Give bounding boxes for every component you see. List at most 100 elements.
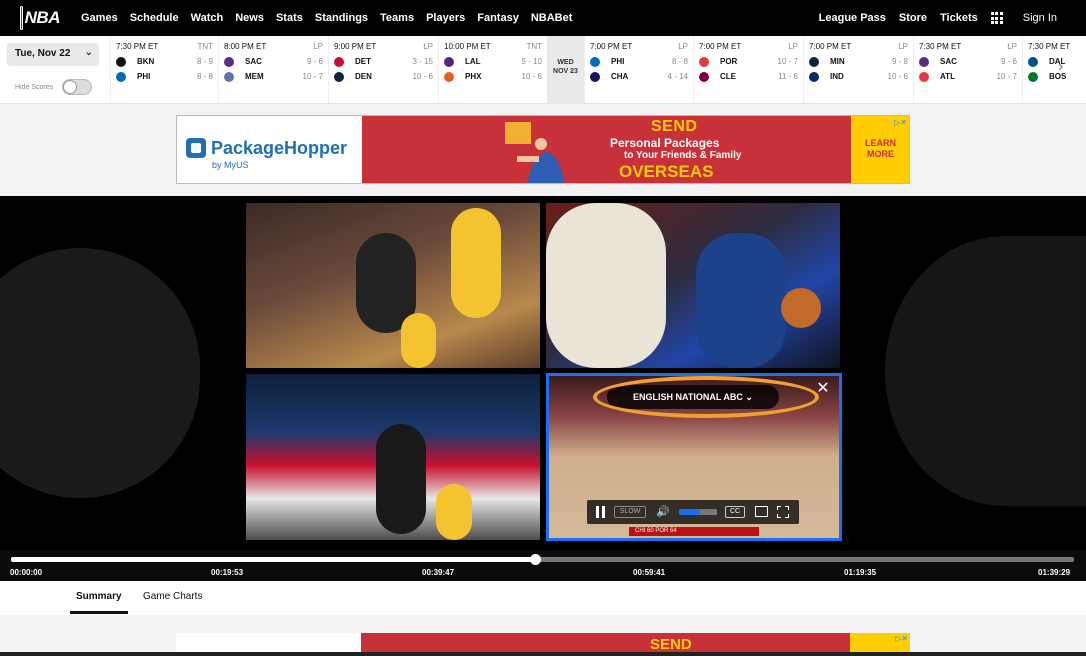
game-network: TNT [197,42,213,51]
away-team-row: PHI 8 - 8 [590,56,688,68]
nav-link-teams[interactable]: Teams [380,12,414,24]
team-record: 10 - 6 [521,72,542,81]
away-team-row: LAL 5 - 10 [444,56,542,68]
away-team-row: BKN 8 - 9 [116,56,213,68]
nav-link-news[interactable]: News [235,12,264,24]
ad-illustration [505,122,565,183]
date-selector[interactable]: Tue, Nov 22 ⌄ [7,43,99,66]
game-time: 8:00 PM ET [224,42,267,51]
team-logo-icon [444,57,454,67]
team-logo-icon [809,72,819,82]
tab-summary[interactable]: Summary [76,591,122,602]
nav-link-players[interactable]: Players [426,12,465,24]
nav-link-fantasy[interactable]: Fantasy [477,12,519,24]
nav-link-schedule[interactable]: Schedule [130,12,179,24]
team-abbr: PHX [465,72,482,81]
pause-icon[interactable] [595,506,605,518]
home-team-row: PHI 8 - 8 [116,71,213,83]
lakers-logo-background [0,248,200,498]
closed-captions-button[interactable]: CC [725,506,745,518]
team-logo-icon [1028,57,1038,67]
game-network: LP [423,42,433,51]
video-tile-1[interactable] [246,203,540,368]
store-link[interactable]: Store [899,12,927,24]
game-card[interactable]: 7:00 PM ET LP MIN 9 - 8 IND 10 - 6 [803,36,913,103]
game-network: LP [898,42,908,51]
team-abbr: DET [355,57,371,66]
game-card[interactable]: 8:00 PM ET LP SAC 9 - 6 MEM 10 - 7 [218,36,328,103]
picture-in-picture-icon[interactable] [755,506,768,517]
seek-bar-fill [11,557,536,562]
banner-ad[interactable]: PackageHopper by MyUS SEND Personal Pack… [176,115,910,184]
league-pass-link[interactable]: League Pass [819,12,886,24]
adchoices-icon[interactable]: ▷✕ [895,634,908,643]
game-card[interactable]: 7:30 PM ET DAL BOS [1022,36,1086,103]
tab-game-charts[interactable]: Game Charts [143,591,202,602]
fullscreen-icon[interactable] [777,506,789,518]
team-record: 10 - 7 [777,57,798,66]
seek-handle[interactable] [530,554,542,565]
game-time: 7:00 PM ET [590,42,633,51]
nav-link-standings[interactable]: Standings [315,12,368,24]
team-record: 9 - 6 [1000,57,1017,66]
toggle-knob [63,80,77,94]
video-tile-2[interactable] [546,203,840,368]
game-card[interactable]: 7:30 PM ET TNT BKN 8 - 9 PHI 8 - 8 [110,36,218,103]
game-network: LP [788,42,798,51]
ad-brand: PackageHopper [211,138,348,158]
nav-link-nbabet[interactable]: NBABet [531,12,573,24]
team-abbr: POR [720,57,738,66]
volume-icon[interactable]: 🔊 [656,505,670,518]
nba-logo-icon [20,6,23,30]
team-logo-icon [224,57,234,67]
top-nav: NBA Games Schedule Watch News Stats Stan… [0,0,1086,36]
adchoices-icon[interactable]: ▷✕ [894,118,907,127]
feed-highlight-ring [593,376,819,418]
game-time: 9:00 PM ET [334,42,377,51]
team-abbr: ATL [940,72,955,81]
timeline-label: 00:59:41 [633,568,666,577]
seek-bar[interactable] [11,554,1074,565]
chevron-right-icon[interactable]: › [1058,58,1076,80]
ad-cta-line1: LEARN [865,138,896,148]
team-record: 9 - 6 [306,57,323,66]
game-card[interactable]: 7:30 PM ET LP SAC 9 - 6 ATL 10 - 7 [913,36,1022,103]
hide-scores-toggle[interactable] [62,79,92,95]
timeline-labels: 00:00:00 00:19:53 00:39:47 00:59:41 01:1… [0,568,1086,578]
team-logo-icon [919,57,929,67]
date-selector-label: Tue, Nov 22 [15,48,71,59]
team-record: 11 - 6 [778,72,798,81]
video-tile-4-active[interactable]: ENGLISH NATIONAL ABC ⌄ ✕ SLOW 🔊 CC CHI 6… [546,373,842,541]
nav-link-watch[interactable]: Watch [191,12,224,24]
nav-link-games[interactable]: Games [81,12,118,24]
team-abbr: PHI [137,72,151,81]
away-team-row: MIN 9 - 8 [809,56,908,68]
date-divider-date: NOV 23 [553,68,578,75]
game-time: 7:00 PM ET [809,42,852,51]
team-logo-icon [116,57,126,67]
nba-logo[interactable]: NBA [20,5,61,31]
game-card[interactable]: 10:00 PM ET TNT LAL 5 - 10 PHX 10 - 6 [438,36,547,103]
team-record: 10 - 6 [887,72,908,81]
slow-motion-button[interactable]: SLOW [614,506,646,518]
team-logo-icon [334,72,344,82]
game-card[interactable]: 7:00 PM ET LP POR 10 - 7 CLE 11 - 6 [693,36,803,103]
nav-link-stats[interactable]: Stats [276,12,303,24]
page-bottom-edge [0,652,1086,656]
team-record: 8 - 9 [196,57,213,66]
team-abbr: PHI [611,57,625,66]
game-time: 7:30 PM ET [1028,42,1071,51]
ad-headline-2: Personal Packages [610,136,720,150]
ad-band: PackageHopper by MyUS SEND Personal Pack… [0,104,1086,196]
volume-slider[interactable] [679,509,717,515]
home-team-row: DEN 10 - 6 [334,71,433,83]
game-card[interactable]: 7:00 PM ET LP PHI 8 - 8 CHA 4 - 14 [584,36,693,103]
tickets-link[interactable]: Tickets [940,12,978,24]
team-record: 5 - 10 [521,57,542,66]
sign-in-link[interactable]: Sign In [1023,12,1057,24]
video-tile-3[interactable] [246,374,540,540]
close-icon[interactable]: ✕ [815,381,831,397]
apps-grid-icon[interactable] [990,12,1003,24]
game-card[interactable]: 9:00 PM ET LP DET 3 - 15 DEN 10 - 6 [328,36,438,103]
nba-logo-text: NBA [24,8,61,27]
